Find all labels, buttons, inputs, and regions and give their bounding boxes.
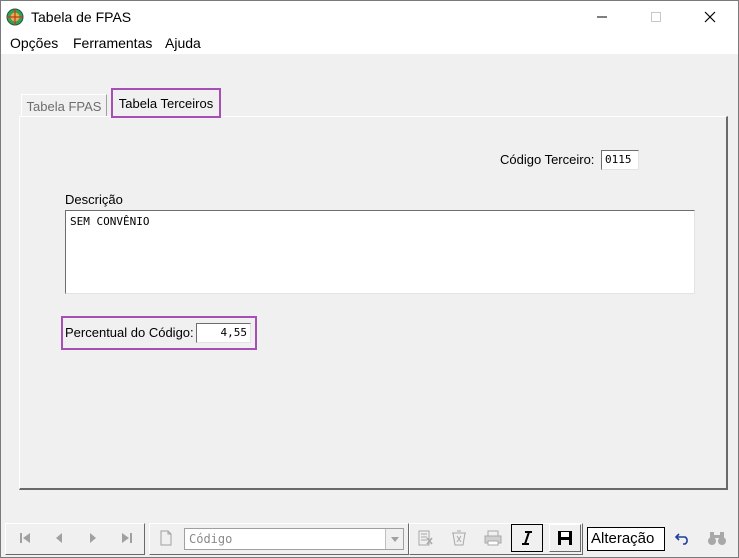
app-icon (6, 8, 24, 26)
status-indicator: Alteração (587, 527, 665, 551)
maximize-button[interactable] (633, 1, 679, 32)
new-document-button[interactable] (151, 524, 181, 552)
menu-opcoes[interactable]: Opções (10, 35, 58, 51)
new-document-icon (160, 530, 172, 546)
bottom-toolbar: Código Alteração (3, 520, 736, 557)
prev-record-button[interactable] (43, 524, 75, 552)
window-title: Tabela de FPAS (31, 9, 132, 25)
search-combo[interactable]: Código (184, 528, 404, 550)
codigo-terceiro-label: Código Terceiro: (500, 152, 595, 167)
edit-icon (522, 531, 532, 545)
menu-ferramentas[interactable]: Ferramentas (73, 35, 152, 51)
minimize-button[interactable] (579, 1, 625, 32)
edit-button[interactable] (511, 524, 543, 552)
delete-button[interactable] (409, 524, 441, 552)
client-area: Tabela FPAS Tabela Terceiros Código Terc… (3, 54, 736, 520)
cancel-icon (452, 530, 466, 546)
last-record-button[interactable] (111, 524, 143, 552)
find-button[interactable] (701, 524, 733, 552)
undo-button[interactable] (667, 524, 699, 552)
first-record-icon (20, 533, 30, 543)
close-button[interactable] (687, 1, 733, 32)
tab-tabela-fpas[interactable]: Tabela FPAS (21, 94, 107, 118)
cancel-button[interactable] (443, 524, 475, 552)
save-icon (558, 531, 572, 545)
print-icon (484, 530, 502, 546)
percentual-field[interactable]: 4,55 (196, 323, 251, 343)
descricao-textarea[interactable]: SEM CONVÊNIO (65, 210, 695, 294)
undo-icon (675, 533, 688, 545)
first-record-button[interactable] (9, 524, 41, 552)
prev-record-icon (56, 533, 62, 543)
search-combo-text: Código (189, 532, 233, 546)
menu-bar: Opções Ferramentas Ajuda (1, 32, 738, 54)
percentual-label: Percentual do Código: (65, 325, 194, 340)
last-record-icon (122, 533, 132, 543)
save-button[interactable] (549, 524, 581, 552)
menu-ajuda[interactable]: Ajuda (165, 35, 201, 51)
tab-panel (19, 116, 728, 490)
descricao-label: Descrição (65, 192, 123, 207)
app-window: Tabela de FPAS Opções Ferramentas Ajuda … (0, 0, 739, 558)
tab-tabela-terceiros[interactable]: Tabela Terceiros (111, 88, 221, 118)
delete-icon (418, 530, 433, 546)
title-bar: Tabela de FPAS (1, 1, 738, 32)
find-binoculars-icon (708, 532, 726, 545)
print-button[interactable] (477, 524, 509, 552)
chevron-down-icon[interactable] (385, 529, 403, 549)
next-record-icon (90, 533, 96, 543)
codigo-terceiro-field[interactable]: 0115 (601, 150, 639, 170)
next-record-button[interactable] (77, 524, 109, 552)
